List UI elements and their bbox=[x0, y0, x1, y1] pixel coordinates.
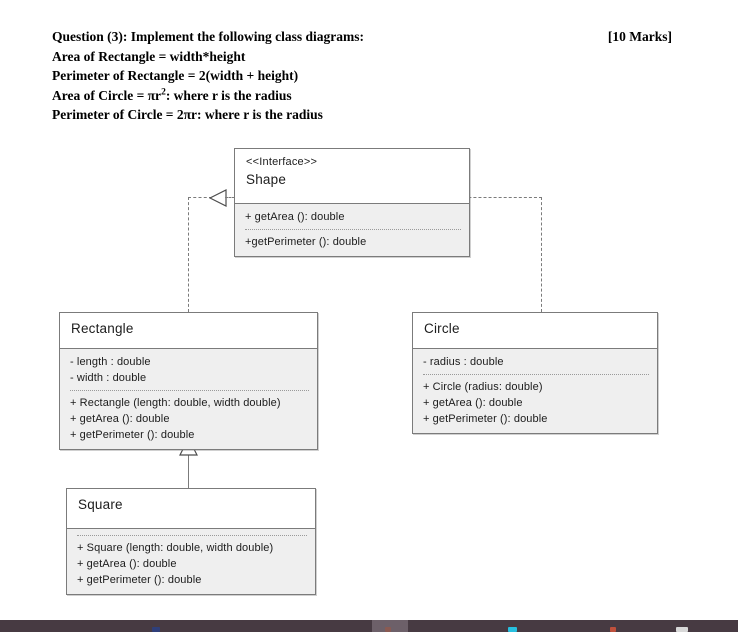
uml-method-row: + getPerimeter (): double bbox=[70, 429, 195, 441]
terminal-icon[interactable] bbox=[508, 627, 517, 632]
uml-class-square[interactable]: Square + Square (length: double, width d… bbox=[66, 488, 316, 595]
uml-header-rectangle: Rectangle bbox=[60, 313, 317, 348]
tray-icon[interactable] bbox=[676, 627, 688, 632]
uml-title-circle: Circle bbox=[424, 321, 460, 336]
question-line-4-prefix: Area of Circle = πr bbox=[52, 87, 162, 103]
question-line-4-suffix: : where r is the radius bbox=[165, 87, 292, 103]
uml-method-row: + getPerimeter (): double bbox=[77, 574, 202, 586]
uml-attribute-row: - length : double bbox=[70, 356, 151, 368]
question-title-row: Question (3): Implement the following cl… bbox=[52, 27, 672, 47]
uml-methods-shape: + getArea (): double +getPerimeter (): d… bbox=[235, 203, 469, 256]
realization-circle-vertical bbox=[541, 197, 542, 312]
question-marks: [10 Marks] bbox=[607, 29, 672, 44]
question-line-3: Perimeter of Rectangle = 2(width + heigh… bbox=[52, 68, 299, 83]
uml-method-row: + getArea (): double bbox=[423, 397, 523, 409]
attribute-method-separator bbox=[70, 390, 309, 391]
question-line-5: Perimeter of Circle = 2πr: where r is th… bbox=[52, 107, 323, 122]
uml-class-circle[interactable]: Circle - radius : double + Circle (radiu… bbox=[412, 312, 658, 434]
uml-method-row: + Square (length: double, width double) bbox=[77, 542, 274, 554]
method-separator bbox=[245, 229, 461, 230]
question-heading: Question (3): Implement the following cl… bbox=[52, 27, 672, 125]
uml-attribute-row: - radius : double bbox=[423, 356, 504, 368]
browser-icon[interactable] bbox=[610, 627, 616, 632]
uml-class-shape[interactable]: <<Interface>> Shape + getArea (): double… bbox=[234, 148, 470, 257]
uml-method-row: + Circle (radius: double) bbox=[423, 381, 543, 393]
question-title: Question (3): Implement the following cl… bbox=[52, 29, 364, 44]
window-icon[interactable] bbox=[152, 627, 160, 632]
question-line-2: Area of Rectangle = width*height bbox=[52, 48, 246, 64]
uml-attribute-row: - width : double bbox=[70, 372, 147, 384]
realization-arrowhead-left bbox=[209, 189, 227, 207]
realization-rectangle-vertical bbox=[188, 197, 189, 312]
attribute-method-separator bbox=[77, 535, 307, 536]
uml-stereotype-shape: <<Interface>> bbox=[246, 156, 318, 168]
uml-header-shape: <<Interface>> Shape bbox=[235, 149, 469, 203]
attribute-method-separator bbox=[423, 374, 649, 375]
uml-method-row: + getPerimeter (): double bbox=[423, 413, 548, 425]
uml-method-row: + Rectangle (length: double, width doubl… bbox=[70, 397, 281, 409]
uml-members-rectangle: - length : double - width : double + Rec… bbox=[60, 348, 317, 449]
question-line-4: Area of Circle = πr2: where r is the rad… bbox=[52, 86, 672, 106]
uml-header-circle: Circle bbox=[413, 313, 657, 348]
uml-title-shape: Shape bbox=[246, 172, 287, 187]
uml-method-row: + getArea (): double bbox=[77, 558, 177, 570]
uml-title-square: Square bbox=[78, 497, 123, 512]
uml-members-square: + Square (length: double, width double) … bbox=[67, 528, 315, 594]
taskbar[interactable] bbox=[0, 620, 738, 632]
uml-method-row: + getArea (): double bbox=[245, 211, 345, 223]
uml-title-rectangle: Rectangle bbox=[71, 321, 134, 336]
uml-method-row: +getPerimeter (): double bbox=[245, 236, 367, 248]
uml-method-row: + getArea (): double bbox=[70, 413, 170, 425]
generalization-square-vertical bbox=[188, 455, 189, 488]
uml-class-rectangle[interactable]: Rectangle - length : double - width : do… bbox=[59, 312, 318, 450]
uml-members-circle: - radius : double + Circle (radius: doub… bbox=[413, 348, 657, 433]
uml-header-square: Square bbox=[67, 489, 315, 528]
folder-icon[interactable] bbox=[385, 627, 391, 632]
screenshot-root: Question (3): Implement the following cl… bbox=[0, 0, 738, 632]
